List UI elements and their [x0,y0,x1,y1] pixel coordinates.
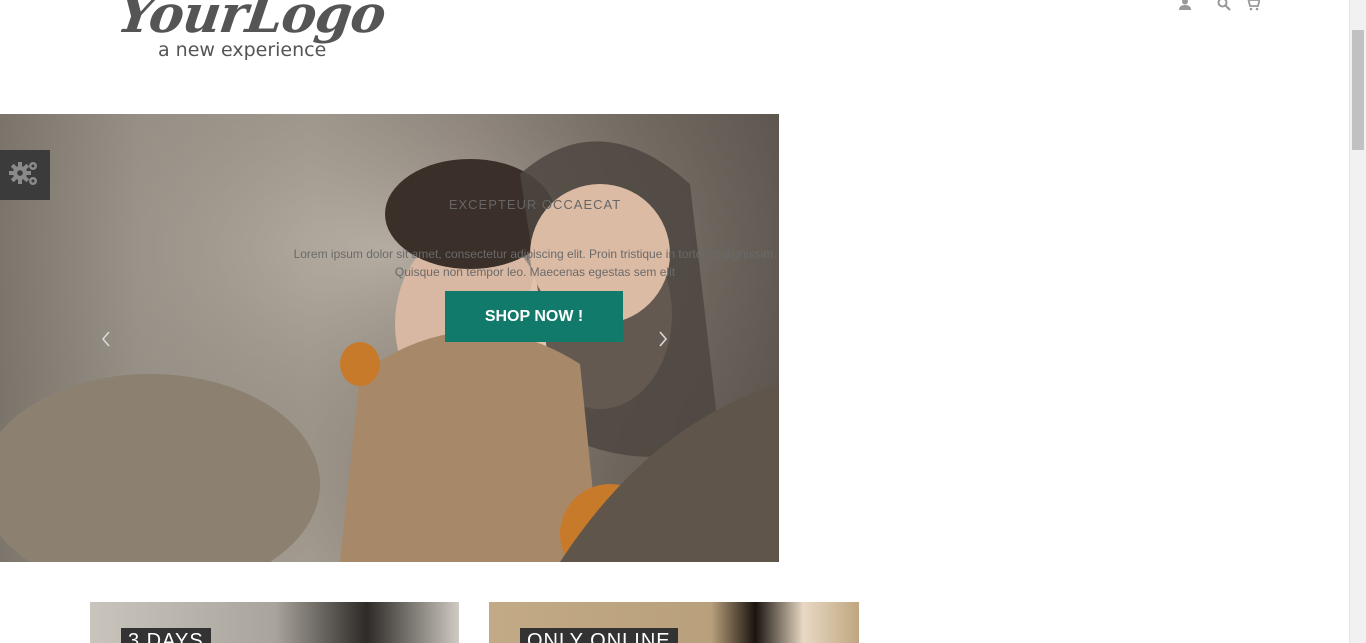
slide-title: EXCEPTEUR OCCAECAT [448,197,622,212]
slide-description: Lorem ipsum dolor sit amet, consectetur … [293,247,777,279]
search-icon[interactable] [1217,0,1233,11]
scrollbar-thumb[interactable] [1352,30,1364,150]
cart-icon[interactable] [1245,0,1261,11]
promo-banner-3-days[interactable]: 3 DAYS [90,602,459,643]
chevron-right-icon[interactable] [655,327,675,351]
hero-slider[interactable]: EXCEPTEUR OCCAECAT Lorem ipsum dolor sit… [0,114,779,562]
site-logo[interactable]: YourLogo a new experience [114,0,408,66]
theme-settings-toggle[interactable] [0,150,50,200]
user-icon[interactable] [1179,0,1195,11]
promo-banner-only-online[interactable]: ONLY ONLINE [489,602,859,643]
page-scrollbar[interactable] [1349,0,1366,643]
banner-label: 3 DAYS [121,628,211,643]
logo-tagline: a new experience [158,39,327,61]
gear-icon [0,162,50,204]
chevron-left-icon[interactable] [98,327,118,351]
banner-label: ONLY ONLINE [520,628,678,643]
shop-now-button[interactable]: SHOP NOW ! [445,291,623,342]
